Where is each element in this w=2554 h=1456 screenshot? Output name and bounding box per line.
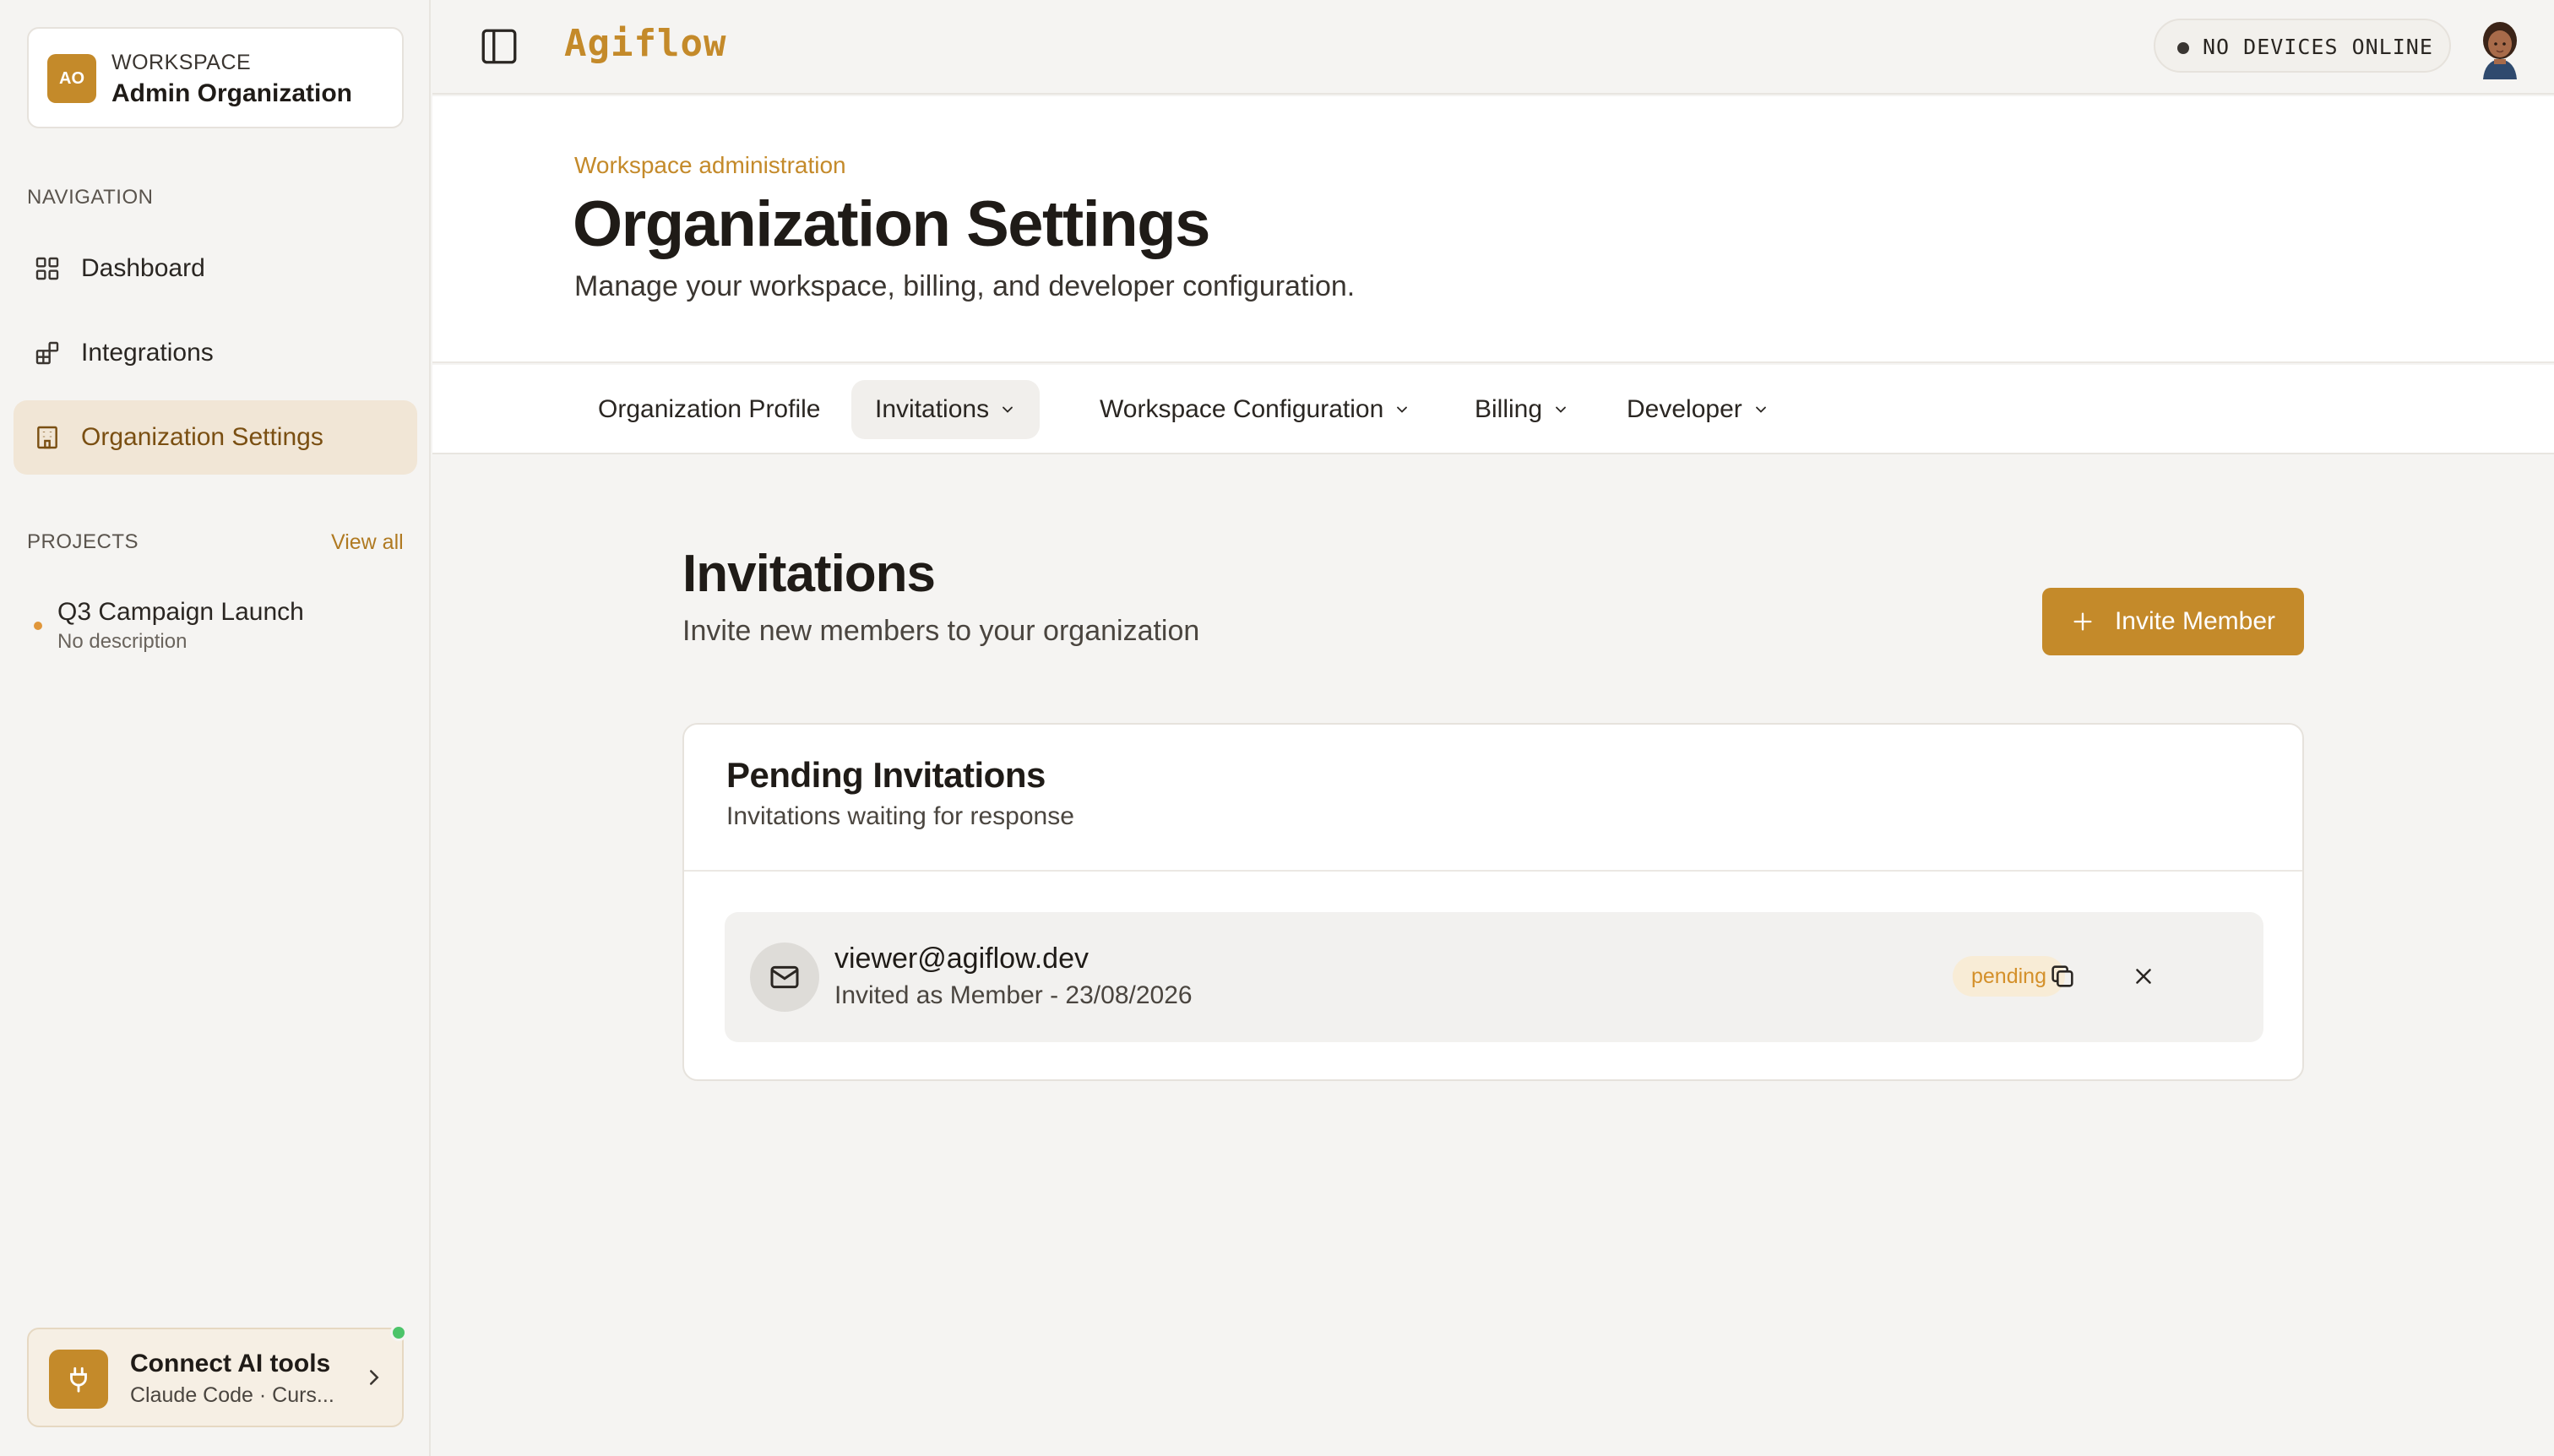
workspace-name: Admin Organization xyxy=(111,79,352,107)
close-icon xyxy=(2136,969,2151,984)
connect-title: Connect AI tools xyxy=(130,1350,331,1377)
navigation-section-label: NAVIGATION xyxy=(27,186,154,209)
online-status-dot xyxy=(390,1324,407,1341)
sidebar-item-label: Organization Settings xyxy=(81,423,323,451)
sidebar-item-label: Integrations xyxy=(81,339,214,367)
card-title: Pending Invitations xyxy=(726,755,1046,795)
copy-icon xyxy=(2051,965,2073,987)
sidebar-item-organization-settings[interactable]: Organization Settings xyxy=(14,400,417,475)
project-description: No description xyxy=(57,630,187,653)
projects-section-label: PROJECTS xyxy=(27,530,139,553)
devices-status-text: NO DEVICES ONLINE xyxy=(2203,35,2433,59)
tab-organization-profile[interactable]: Organization Profile xyxy=(574,380,844,439)
sidebar-item-dashboard[interactable]: Dashboard xyxy=(14,231,417,306)
card-header: Pending Invitations Invitations waiting … xyxy=(684,725,2302,872)
plus-icon xyxy=(2073,612,2092,631)
invitation-email: viewer@agiflow.dev xyxy=(834,943,1089,975)
tab-developer[interactable]: Developer xyxy=(1603,380,1793,439)
blocks-icon xyxy=(35,341,59,365)
devices-status-pill[interactable]: NO DEVICES ONLINE xyxy=(2154,19,2451,73)
connect-subtitle: Claude Code · Curs... xyxy=(130,1383,334,1407)
page-eyebrow: Workspace administration xyxy=(574,152,846,178)
section-title: Invitations xyxy=(682,545,936,603)
tab-workspace-configuration[interactable]: Workspace Configuration xyxy=(1076,380,1434,439)
tab-label: Billing xyxy=(1475,395,1543,423)
top-bar: Agiflow NO DEVICES ONLINE xyxy=(432,0,2554,95)
invite-member-label: Invite Member xyxy=(2114,607,2276,635)
card-subtitle: Invitations waiting for response xyxy=(726,802,1074,830)
revoke-invitation-button[interactable] xyxy=(2123,956,2164,997)
project-status-dot xyxy=(34,622,42,630)
tab-label: Developer xyxy=(1627,395,1742,423)
user-avatar[interactable] xyxy=(2466,12,2534,79)
pending-invitations-card: Pending Invitations Invitations waiting … xyxy=(682,723,2304,1081)
page-header: Workspace administration Organization Se… xyxy=(432,96,2554,363)
tab-label: Invitations xyxy=(875,395,990,423)
settings-tabs: Organization Profile Invitations Workspa… xyxy=(432,365,2554,454)
chevron-down-icon xyxy=(1397,406,1408,413)
status-dot xyxy=(2177,42,2189,54)
tab-invitations[interactable]: Invitations xyxy=(851,380,1041,439)
project-name: Q3 Campaign Launch xyxy=(57,598,304,626)
section-subtitle: Invite new members to your organization xyxy=(682,615,1200,647)
tab-label: Workspace Configuration xyxy=(1100,395,1384,423)
chevron-right-icon xyxy=(370,1370,379,1385)
invite-member-button[interactable]: Invite Member xyxy=(2042,588,2304,655)
invitation-meta: Invited as Member - 23/08/2026 xyxy=(834,981,1193,1009)
sidebar-item-integrations[interactable]: Integrations xyxy=(14,316,417,390)
sidebar-item-label: Dashboard xyxy=(81,254,205,282)
workspace-avatar: AO xyxy=(47,54,96,103)
mail-icon xyxy=(750,943,819,1012)
toggle-sidebar-icon[interactable] xyxy=(478,25,520,68)
plug-icon xyxy=(49,1350,108,1409)
workspace-label: WORKSPACE xyxy=(111,51,252,74)
page-subtitle: Manage your workspace, billing, and deve… xyxy=(574,270,1356,302)
view-all-projects-link[interactable]: View all xyxy=(331,530,404,555)
copy-invite-link-button[interactable] xyxy=(2042,956,2083,997)
invitation-row: viewer@agiflow.dev Invited as Member - 2… xyxy=(725,912,2263,1042)
grid-icon xyxy=(35,257,59,280)
page-title: Organization Settings xyxy=(573,188,1210,260)
chevron-down-icon xyxy=(1755,406,1766,413)
tab-billing[interactable]: Billing xyxy=(1451,380,1593,439)
sidebar: AO WORKSPACE Admin Organization NAVIGATI… xyxy=(0,0,431,1456)
connect-ai-tools-card[interactable]: Connect AI tools Claude Code · Curs... xyxy=(27,1328,404,1427)
tab-label: Organization Profile xyxy=(598,395,821,423)
building-icon xyxy=(37,426,57,449)
chevron-down-icon xyxy=(1003,406,1013,413)
workspace-switcher[interactable]: AO WORKSPACE Admin Organization xyxy=(27,27,404,128)
chevron-down-icon xyxy=(1556,406,1566,413)
brand-logo[interactable]: Agiflow xyxy=(564,22,726,65)
